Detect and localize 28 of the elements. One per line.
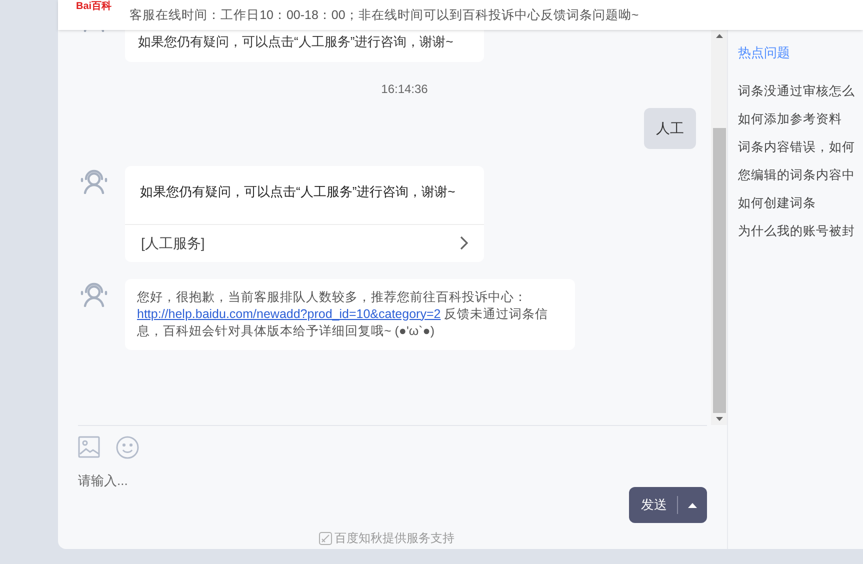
image-icon[interactable] <box>78 436 100 458</box>
scroll-down-icon[interactable] <box>716 417 722 421</box>
baidu-logo: Bai百科 <box>76 1 112 13</box>
timestamp: 16:14:36 <box>381 80 428 98</box>
hot-question-link[interactable]: 如何添加参考资料 <box>738 104 863 132</box>
hot-question-link[interactable]: 词条没通过审核怎么 <box>738 76 863 104</box>
chevron-right-icon <box>460 236 468 250</box>
human-service-link[interactable]: [人工服务] <box>125 224 484 262</box>
agent-avatar-icon <box>80 168 108 194</box>
sidebar-title: 热点问题 <box>738 44 791 62</box>
hot-question-link[interactable]: 如何创建词条 <box>738 188 863 216</box>
complaint-center-link[interactable]: http://help.baidu.com/newadd?prod_id=10&category=2 <box>137 306 441 320</box>
powered-by-text: 百度知秋提供服务支持 <box>334 530 454 547</box>
message-input[interactable]: 请输入... <box>78 471 629 490</box>
caret-up-icon <box>688 502 697 508</box>
hot-question-link[interactable]: 您编辑的词条内容中 <box>738 160 863 188</box>
hot-question-link[interactable]: 为什么我的账号被封 <box>738 216 863 244</box>
message-bubble: 如果您仍有疑问，可以点击“人工服务”进行咨询，谢谢~ <box>125 30 484 62</box>
user-message-bubble: 人工 <box>644 108 696 148</box>
message-bubble: 您好，很抱歉，当前客服排队人数较多，推荐您前往百科投诉中心： http://help.baidu.com/newadd?prod_id=10&category=2 反馈未通过词条信息，百科妞会针对具体版本给予详细回复哦~ (●'ω`●) <box>125 278 575 350</box>
send-button[interactable]: 发送 <box>629 487 707 523</box>
emoji-icon[interactable] <box>116 436 139 459</box>
scroll-up-icon[interactable] <box>716 34 722 38</box>
service-hours-notice: 客服在线时间：工作日10：00-18：00；非在线时间可以到百科投诉中心反馈词条问题呦~ <box>130 6 639 24</box>
service-logo-icon <box>318 532 332 544</box>
message-text: 如果您仍有疑问，可以点击“人工服务”进行咨询，谢谢~ <box>139 182 456 200</box>
hot-question-link[interactable]: 词条内容错误，如何 <box>738 132 863 160</box>
agent-avatar-icon <box>80 280 108 306</box>
